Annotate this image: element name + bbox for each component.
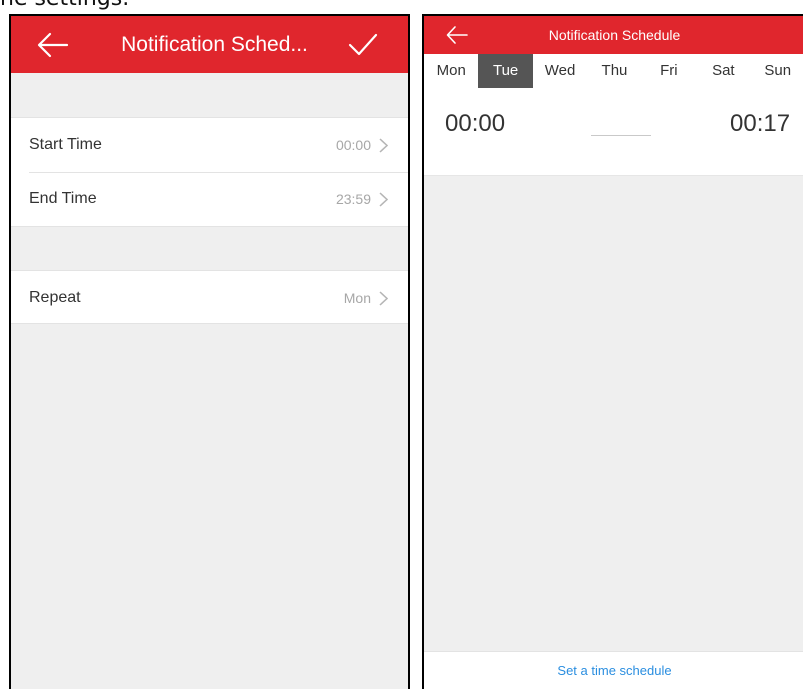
header-bar: Notification Schedule	[424, 16, 803, 54]
chevron-right-icon	[379, 191, 388, 207]
tab-fri[interactable]: Fri	[642, 54, 696, 88]
checkmark-icon[interactable]	[348, 33, 378, 57]
time-settings-group: Start Time 00:00 End Time 23:59	[11, 117, 408, 227]
start-time-row[interactable]: Start Time 00:00	[11, 118, 408, 172]
tab-sun[interactable]: Sun	[751, 54, 803, 88]
tab-sat[interactable]: Sat	[696, 54, 750, 88]
chevron-right-icon	[379, 137, 388, 153]
schedule-screen: Notification Schedule Mon Tue Wed Thu Fr…	[422, 14, 803, 689]
end-time-value: 23:59	[335, 191, 371, 207]
tab-wed[interactable]: Wed	[533, 54, 587, 88]
start-time-label: Start Time	[29, 136, 102, 153]
start-time-value: 00:00	[335, 137, 371, 153]
day-tabs: Mon Tue Wed Thu Fri Sat Sun	[424, 54, 803, 88]
repeat-row[interactable]: Repeat Mon	[11, 271, 408, 325]
schedule-end-time[interactable]: 00:17	[730, 110, 790, 138]
chevron-right-icon	[379, 290, 388, 306]
end-time-row[interactable]: End Time 23:59	[11, 172, 408, 226]
time-range-panel: 00:00 00:17	[424, 88, 803, 176]
page-title: Notification Schedule	[548, 27, 681, 43]
settings-screen: Notification Sched... Start Time 00:00 E…	[9, 14, 410, 689]
repeat-label: Repeat	[29, 289, 81, 306]
repeat-value: Mon	[343, 290, 371, 306]
tab-tue[interactable]: Tue	[478, 54, 533, 88]
end-time-label: End Time	[29, 190, 97, 207]
repeat-settings-group: Repeat Mon	[11, 270, 408, 324]
schedule-start-time[interactable]: 00:00	[445, 110, 505, 138]
set-time-schedule-button[interactable]: Set a time schedule	[424, 651, 803, 689]
tab-thu[interactable]: Thu	[587, 54, 641, 88]
time-range-separator	[591, 135, 651, 136]
header-bar: Notification Sched...	[11, 16, 408, 73]
tab-mon[interactable]: Mon	[424, 54, 478, 88]
